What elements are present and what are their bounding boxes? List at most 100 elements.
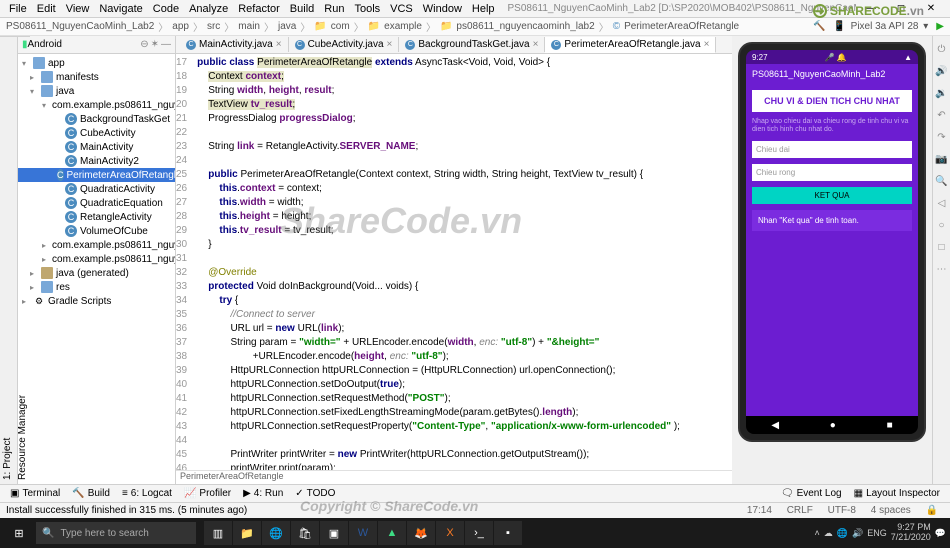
menu-navigate[interactable]: Navigate <box>94 3 147 15</box>
menu-window[interactable]: Window <box>418 3 467 15</box>
menu-help[interactable]: Help <box>467 3 500 15</box>
menu-vcs[interactable]: VCS <box>385 3 418 15</box>
crumb-part[interactable]: src <box>205 21 222 32</box>
menu-code[interactable]: Code <box>148 3 184 15</box>
tree-class-selected[interactable]: CPerimeterAreaOfRetangle <box>18 168 175 182</box>
tray-notifications-icon[interactable]: 💬 <box>935 528 946 539</box>
menu-tools[interactable]: Tools <box>349 3 385 15</box>
menu-view[interactable]: View <box>61 3 95 15</box>
tray-volume-icon[interactable]: 🔊 <box>852 528 863 539</box>
code-editor[interactable]: 17 18 19 20 21 22 23 24 25 26 27 28 29 3… <box>176 54 732 470</box>
gear-icon[interactable]: ✶ <box>151 39 159 50</box>
tab-backgroundtask[interactable]: CBackgroundTaskGet.java× <box>399 37 545 52</box>
rotate-right-icon[interactable]: ↷ <box>935 132 949 146</box>
tray-clock[interactable]: 9:27 PM7/21/2020 <box>891 523 931 543</box>
project-tree[interactable]: ▾app ▸manifests ▾java ▾com.example.ps086… <box>18 54 175 484</box>
zoom-icon[interactable]: 🔍 <box>935 176 949 190</box>
back-icon[interactable]: ◁ <box>935 198 949 212</box>
status-spaces[interactable]: 4 spaces <box>865 505 917 516</box>
tree-java[interactable]: ▾java <box>18 84 175 98</box>
collapse-icon[interactable]: ⊖ <box>140 39 148 50</box>
run-icon[interactable]: ▶ <box>934 21 946 32</box>
system-tray[interactable]: ˄ ☁ 🌐 🔊 ENG 9:27 PM7/21/2020 💬 <box>815 523 946 543</box>
tray-lang[interactable]: ENG <box>867 528 887 538</box>
tab-logcat[interactable]: ≡ 6: Logcat <box>116 488 178 499</box>
tab-todo[interactable]: ✓ TODO <box>289 488 341 499</box>
tab-perimeter[interactable]: CPerimeterAreaOfRetangle.java× <box>545 37 716 53</box>
lock-icon[interactable]: 🔒 <box>920 505 944 516</box>
app-androidstudio[interactable]: ▲ <box>378 521 406 545</box>
app-browser[interactable]: 🦊 <box>407 521 435 545</box>
volume-up-icon[interactable]: 🔊 <box>935 66 949 80</box>
tree-class[interactable]: CMainActivity2 <box>18 154 175 168</box>
tray-network-icon[interactable]: 🌐 <box>837 528 848 539</box>
tree-class[interactable]: CQuadraticActivity <box>18 182 175 196</box>
phone-input-length[interactable]: Chieu dai <box>752 141 912 158</box>
app-explorer[interactable]: 📁 <box>233 521 261 545</box>
crumb-part[interactable]: example <box>382 21 424 32</box>
app-xampp[interactable]: X <box>436 521 464 545</box>
crumb-part[interactable]: java <box>276 21 298 32</box>
tray-chevron-icon[interactable]: ˄ <box>815 528 820 538</box>
tree-app[interactable]: ▾app <box>18 56 175 70</box>
back-icon[interactable]: ◀ <box>771 420 779 431</box>
tree-class[interactable]: CQuadraticEquation <box>18 196 175 210</box>
tree-class[interactable]: CRetangleActivity <box>18 210 175 224</box>
menu-refactor[interactable]: Refactor <box>233 3 285 15</box>
tree-manifests[interactable]: ▸manifests <box>18 70 175 84</box>
crumb-part[interactable]: main <box>236 21 262 32</box>
tab-eventlog[interactable]: 🗨 Event Log <box>775 488 848 499</box>
power-icon[interactable]: ⏻ <box>935 44 949 58</box>
tab-cubeactivity[interactable]: CCubeActivity.java× <box>289 37 400 52</box>
status-encoding[interactable]: UTF-8 <box>822 505 862 516</box>
crumb-root[interactable]: PS08611_NguyenCaoMinh_Lab2 <box>4 21 156 32</box>
tool-resource-manager[interactable]: Resource Manager <box>15 36 30 484</box>
recent-icon[interactable]: ■ <box>887 420 893 431</box>
tree-class[interactable]: CBackgroundTaskGet <box>18 112 175 126</box>
overview-icon[interactable]: □ <box>935 242 949 256</box>
tree-pkg[interactable]: ▾com.example.ps08611_nguyencaominh_lab2 <box>18 98 175 112</box>
tree-javagen[interactable]: ▸java (generated) <box>18 266 175 280</box>
tray-cloud-icon[interactable]: ☁ <box>824 528 833 539</box>
close-icon[interactable]: × <box>533 39 539 50</box>
tree-class[interactable]: CVolumeOfCube <box>18 224 175 238</box>
tab-terminal[interactable]: ▣ Terminal <box>4 488 66 499</box>
start-button[interactable]: ⊞ <box>4 521 34 545</box>
project-view-label[interactable]: Android <box>28 39 141 50</box>
menu-analyze[interactable]: Analyze <box>184 3 233 15</box>
tab-run[interactable]: ▶ 4: Run <box>237 488 289 499</box>
phone-result-button[interactable]: KET QUA <box>752 187 912 204</box>
device-selector[interactable]: 📱 Pixel 3a API 28 ▾ <box>831 21 930 32</box>
tree-gradle[interactable]: ▸⚙Gradle Scripts <box>18 294 175 308</box>
camera-icon[interactable]: 📷 <box>935 154 949 168</box>
app-chrome[interactable]: 🌐 <box>262 521 290 545</box>
tree-class[interactable]: CMainActivity <box>18 140 175 154</box>
rotate-left-icon[interactable]: ↶ <box>935 110 949 124</box>
crumb-file[interactable]: PerimeterAreaOfRetangle <box>622 21 741 32</box>
close-icon[interactable]: × <box>387 39 393 50</box>
crumb-part[interactable]: app <box>170 21 191 32</box>
tab-layoutinspector[interactable]: ▦ Layout Inspector <box>848 488 946 499</box>
volume-down-icon[interactable]: 🔉 <box>935 88 949 102</box>
more-icon[interactable]: ⋯ <box>935 264 949 278</box>
app-powershell[interactable]: ›_ <box>465 521 493 545</box>
tab-profiler[interactable]: 📈 Profiler <box>178 488 237 499</box>
tool-project[interactable]: 1: Project <box>0 36 15 484</box>
menu-file[interactable]: File <box>4 3 32 15</box>
tab-build[interactable]: 🔨 Build <box>66 488 116 499</box>
menu-run[interactable]: Run <box>319 3 349 15</box>
phone-input-width[interactable]: Chieu rong <box>752 164 912 181</box>
tree-res[interactable]: ▸res <box>18 280 175 294</box>
taskbar-search[interactable]: 🔍 Type here to search <box>36 522 196 544</box>
crumb-part[interactable]: com <box>329 21 352 32</box>
code-content[interactable]: public class PerimeterAreaOfRetangle ext… <box>193 54 732 470</box>
tree-class[interactable]: CCubeActivity <box>18 126 175 140</box>
app-word[interactable]: W <box>349 521 377 545</box>
app-misc[interactable]: ▪ <box>494 521 522 545</box>
close-icon[interactable]: × <box>704 39 710 50</box>
close-icon[interactable]: × <box>276 39 282 50</box>
home-icon[interactable]: ● <box>830 420 836 431</box>
editor-crumb[interactable]: PerimeterAreaOfRetangle <box>176 470 732 484</box>
hammer-icon[interactable]: 🔨 <box>811 21 827 32</box>
hide-icon[interactable]: — <box>161 39 171 50</box>
